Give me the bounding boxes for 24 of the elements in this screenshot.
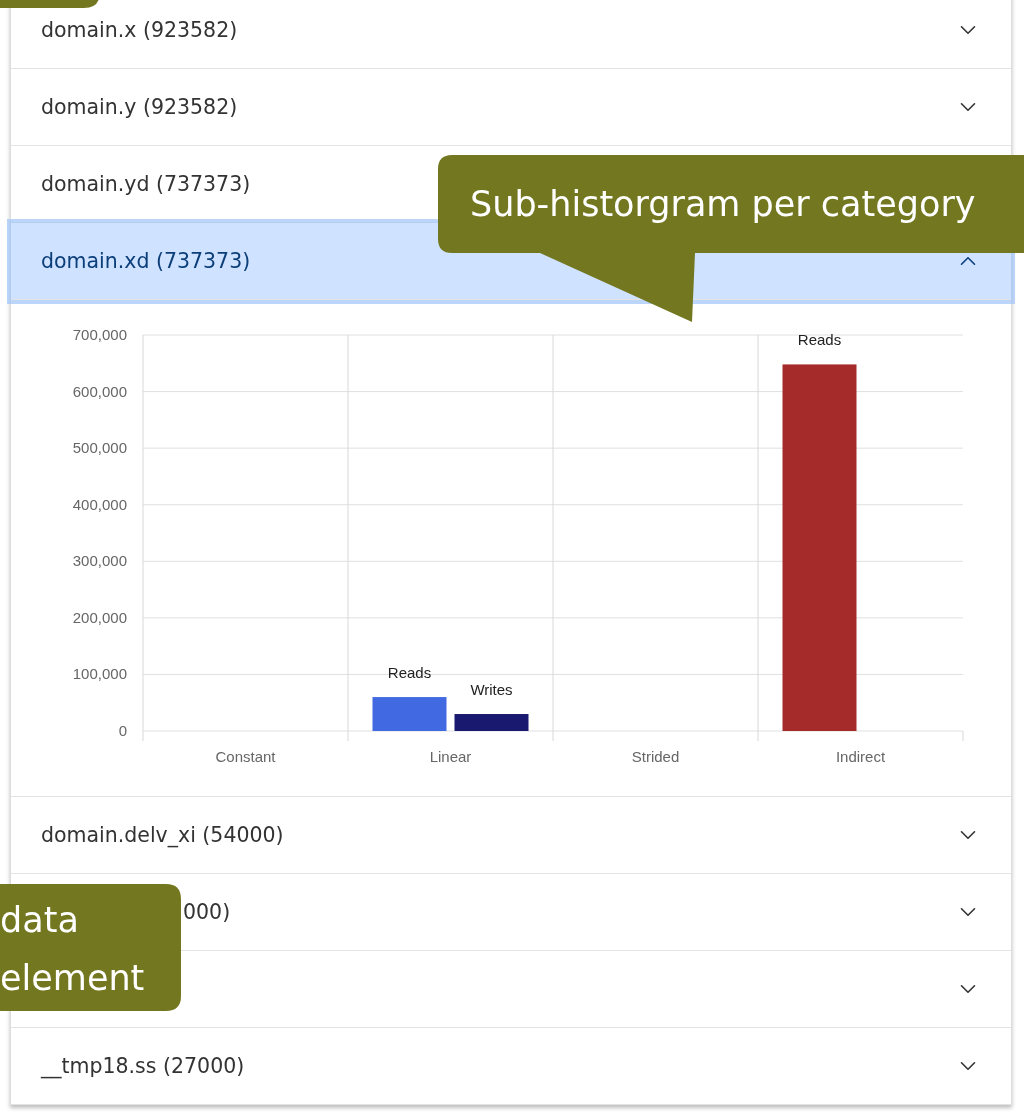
item-label: 000) [183,900,231,924]
item-label: domain.x (923582) [41,18,238,42]
item-label: __tmp18.ss (27000) [41,1054,245,1078]
axis-tick-label: Constant [215,748,276,765]
axis-tick-label: 300,000 [72,552,127,570]
axis-tick-label: Indirect [835,748,886,765]
axis-tick-label: 600,000 [72,382,127,400]
axis-tick-label: Strided [631,748,680,765]
axis-tick-label: 200,000 [72,608,127,626]
bar-label: Writes [470,681,513,699]
tooltip-text: element [0,958,145,998]
item-label: domain.y (923582) [41,95,238,119]
bar-label: Reads [387,664,432,682]
tooltip-text: Sub-historgram per category [470,184,976,224]
item-label: domain.xd (737373) [41,249,251,273]
axis-tick-label: 400,000 [72,495,127,513]
axis-tick-label: 100,000 [72,665,127,683]
item-label: domain.delv_xi (54000) [41,823,284,847]
bar-label: Reads [797,331,842,349]
axis-tick-label: 0 [118,722,127,739]
axis-tick-label: 500,000 [72,439,127,457]
item-label: domain.yd (737373) [41,172,251,196]
axis-tick-label: Linear [429,748,472,765]
axis-tick-label: 700,000 [72,326,127,343]
